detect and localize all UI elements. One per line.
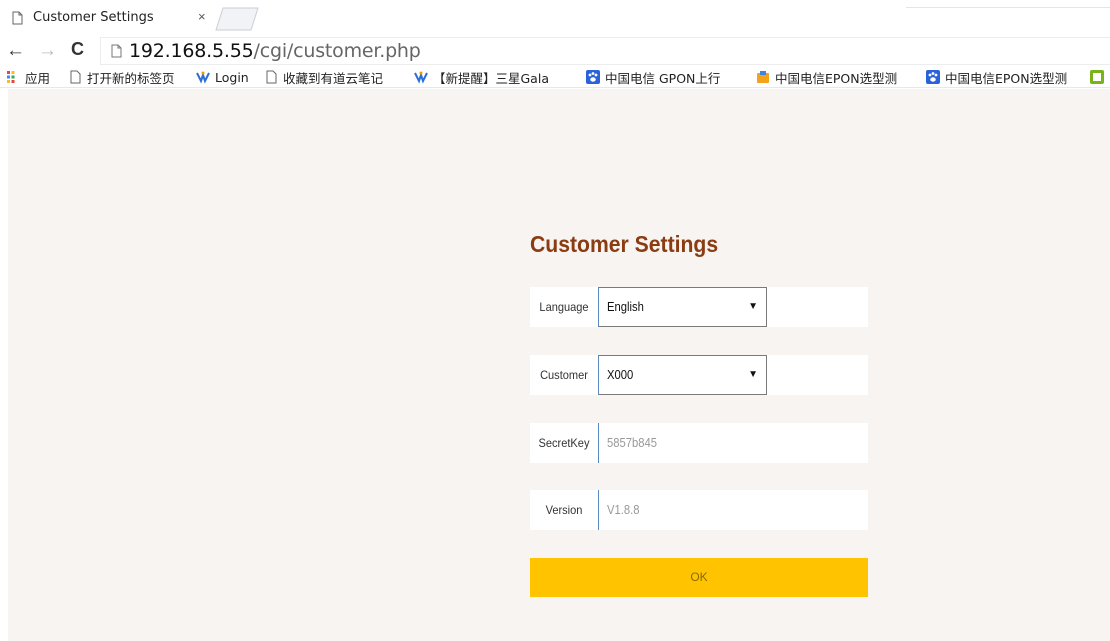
secretkey-field[interactable]: 5857b845 (607, 423, 657, 463)
bookmark-label: 中国电信 GPON上行 (605, 70, 721, 86)
page-icon (70, 70, 81, 84)
secretkey-row: SecretKey 5857b845 (530, 423, 868, 463)
bookmark-apps[interactable]: 应用 (6, 68, 50, 86)
version-row: Version V1.8.8 (530, 490, 868, 530)
divider (906, 7, 1110, 8)
bookmark-label: 中国电信EPON选型测 (775, 70, 898, 86)
network-logo-icon (414, 71, 428, 84)
forward-arrow-icon[interactable]: → (38, 40, 57, 62)
version-field[interactable]: V1.8.8 (607, 490, 640, 530)
bookmark-label: 中国电信EPON选型测 (945, 70, 1068, 86)
page-content: Customer Settings Language English ▼ Cus… (0, 89, 1110, 641)
bookmark-login[interactable]: Login (196, 68, 249, 86)
bookmark-label: 应用 (25, 70, 51, 86)
address-bar[interactable]: 192.168.5.55/cgi/customer.php (100, 37, 1110, 65)
new-tab-button[interactable] (214, 7, 260, 31)
customer-label: Customer (540, 368, 588, 382)
back-arrow-icon[interactable]: ← (6, 40, 25, 62)
dropdown-arrow-icon: ▼ (748, 369, 758, 380)
bookmark-label: Login (215, 69, 249, 85)
url-path: /cgi/customer.php (253, 40, 421, 62)
bookmarks-bar: 应用 打开新的标签页 Login 收藏到有道云笔记 【新提醒】三星Gala 中国… (0, 66, 1110, 88)
bookmark-new-tab[interactable]: 打开新的标签页 (68, 68, 175, 86)
version-label: Version (545, 503, 583, 517)
bookmark-label: 打开新的标签页 (87, 70, 175, 86)
close-tab-icon[interactable]: × (198, 9, 206, 24)
paw-icon (586, 70, 600, 84)
paw-icon (926, 70, 940, 84)
reload-icon[interactable]: C (71, 39, 84, 60)
divider (598, 490, 599, 530)
ok-button[interactable]: OK (530, 558, 868, 597)
bookmark-epon-1[interactable]: 中国电信EPON选型测 (756, 68, 897, 86)
divider (598, 423, 599, 463)
bookmark-label: 【新提醒】三星Gala (433, 70, 549, 86)
bookmark-youdao[interactable]: 收藏到有道云笔记 (264, 68, 383, 86)
url-host: 192.168.5.55 (129, 40, 254, 62)
secretkey-label: SecretKey (538, 436, 590, 450)
bookmark-label: 收藏到有道云笔记 (283, 70, 384, 86)
customer-row: Customer X000 ▼ (530, 355, 868, 395)
page-icon (111, 44, 122, 58)
bookmark-gpon[interactable]: 中国电信 GPON上行 (586, 68, 720, 86)
language-row: Language English ▼ (530, 287, 868, 327)
language-select[interactable]: English ▼ (598, 287, 767, 327)
customer-value: X000 (607, 368, 634, 382)
page-title: Customer Settings (530, 231, 719, 257)
green-site-icon (1090, 70, 1104, 84)
dropdown-arrow-icon: ▼ (748, 301, 758, 312)
bookmark-overflow[interactable] (1090, 68, 1109, 86)
tab-strip: Customer Settings × (0, 0, 1110, 36)
apps-grid-icon (7, 71, 15, 83)
network-logo-icon (196, 71, 210, 84)
customer-select[interactable]: X000 ▼ (598, 355, 767, 395)
language-label: Language (539, 300, 589, 314)
bookmark-epon-2[interactable]: 中国电信EPON选型测 (926, 68, 1067, 86)
folder-icon (757, 71, 769, 83)
tab-title: Customer Settings (33, 10, 154, 25)
page-icon (12, 11, 23, 25)
url-text: 192.168.5.55/cgi/customer.php (129, 40, 421, 62)
bookmark-samsung[interactable]: 【新提醒】三星Gala (414, 68, 549, 86)
page-icon (266, 70, 277, 84)
tab-customer-settings[interactable]: Customer Settings × (0, 0, 222, 36)
browser-toolbar: ← → C 192.168.5.55/cgi/customer.php (0, 36, 1110, 66)
language-value: English (607, 300, 644, 314)
